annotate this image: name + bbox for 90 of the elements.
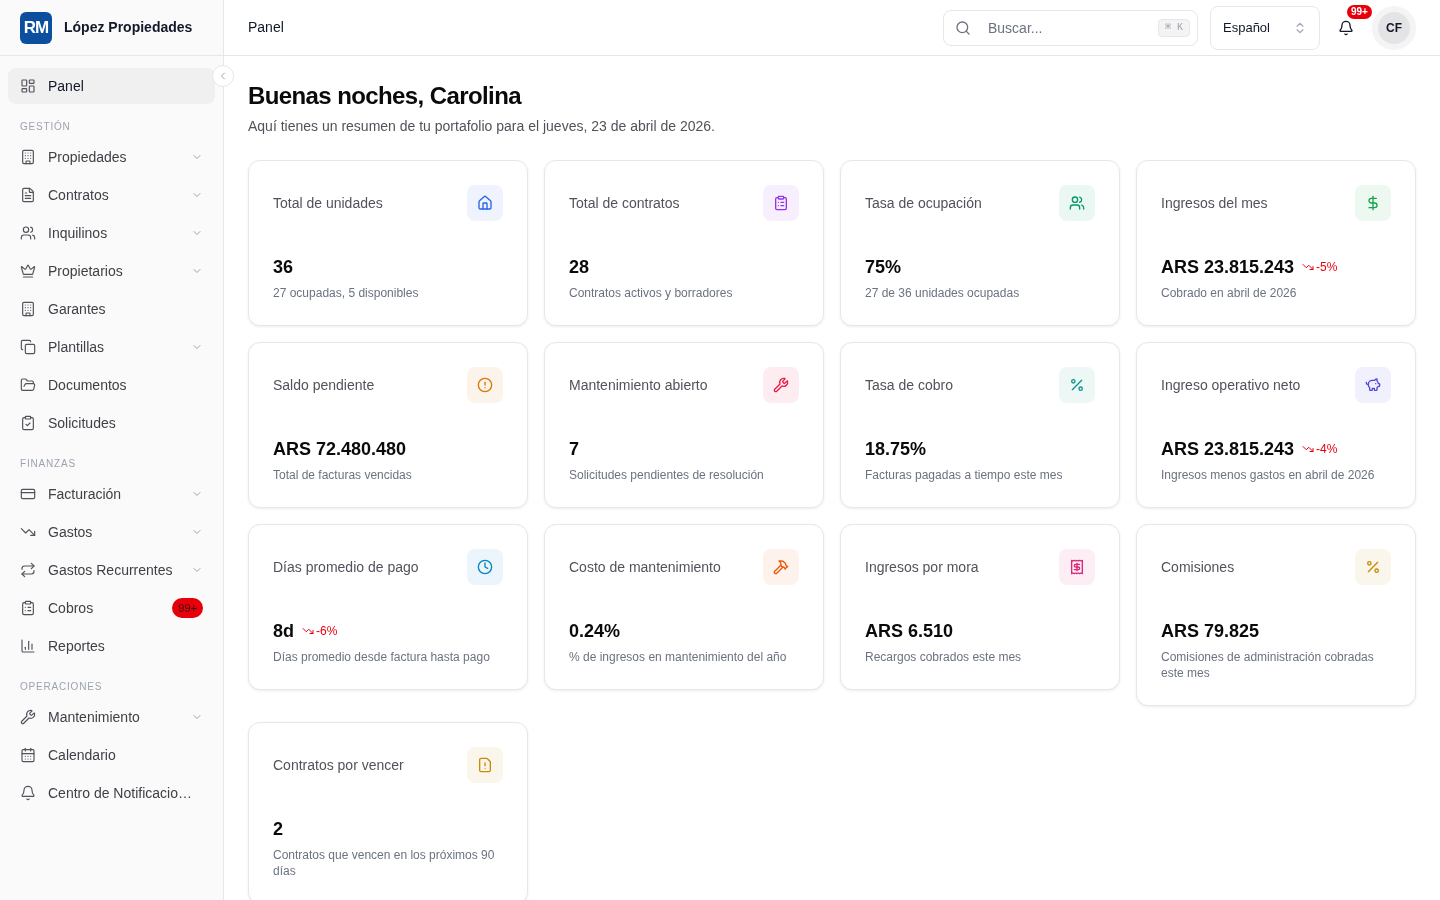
greeting-subtitle: Aquí tienes un resumen de tu portafolio para el jueves, 23 de abril de 2026.	[248, 117, 716, 136]
card-description: Facturas pagadas a tiempo este mes	[865, 467, 1064, 483]
bell-icon	[20, 785, 36, 801]
card-description: Comisiones de administración cobradas este mes	[1161, 649, 1375, 681]
sidebar-item[interactable]: Propietarios	[8, 253, 215, 289]
sidebar-item[interactable]: Contratos	[8, 177, 215, 213]
card-description: % de ingresos en mantenimiento del año	[569, 649, 788, 665]
card-description: Ingresos menos gastos en abril de 2026	[1161, 467, 1376, 483]
trend-value: -4%	[1316, 441, 1338, 458]
card-value: 75%	[865, 256, 902, 279]
brand-name: López Propiedades	[64, 18, 193, 37]
bell-icon	[1338, 19, 1354, 36]
card-title: Saldo pendiente	[273, 376, 375, 395]
card-description: Solicitudes pendientes de resolución	[569, 467, 765, 483]
collapse-sidebar-button[interactable]	[212, 65, 234, 87]
dashboard-icon	[20, 78, 36, 94]
sidebar-item[interactable]: Mantenimiento	[8, 699, 215, 735]
sidebar-item[interactable]: Solicitudes	[8, 405, 215, 441]
count-badge: 99+	[172, 598, 203, 618]
card-title: Días promedio de pago	[273, 558, 419, 577]
card-description: 27 ocupadas, 5 disponibles	[273, 285, 420, 301]
repeat-icon	[20, 562, 36, 578]
sidebar-item[interactable]: Documentos	[8, 367, 215, 403]
sidebar-item[interactable]: Gastos Recurrentes	[8, 552, 215, 588]
card-value: ARS 72.480.480	[273, 438, 407, 461]
clipboard-check-icon	[20, 415, 36, 431]
card-value: ARS 6.510	[865, 620, 954, 643]
clipboard-list-icon	[20, 600, 36, 616]
card-value: 7	[569, 438, 579, 461]
sidebar-item[interactable]: Plantillas	[8, 329, 215, 365]
card-value: 8d	[273, 620, 294, 643]
card-description: Días promedio desde factura hasta pago	[273, 649, 491, 665]
card-title: Ingresos del mes	[1161, 194, 1268, 213]
card-value: 36	[273, 256, 294, 279]
wrench-icon	[20, 709, 36, 725]
card-description: Contratos que vencen en los próximos 90 días	[273, 847, 496, 879]
card-description: Cobrado en abril de 2026	[1161, 285, 1298, 301]
card-value: 28	[569, 256, 590, 279]
card-title: Ingreso operativo neto	[1161, 376, 1301, 395]
crown-icon	[20, 263, 36, 279]
card-title: Costo de mantenimiento	[569, 558, 721, 577]
card-title: Tasa de ocupación	[865, 194, 982, 213]
card-value: 0.24%	[569, 620, 621, 643]
trend-value: -6%	[316, 623, 338, 640]
card-title: Total de contratos	[569, 194, 680, 213]
building-icon	[20, 149, 36, 165]
card-description: Contratos activos y borradores	[569, 285, 734, 301]
bar-chart-icon	[20, 638, 36, 654]
section-label: FINANZAS	[19, 457, 77, 471]
users-icon	[20, 225, 36, 241]
sidebar-item[interactable]: Panel	[8, 68, 215, 104]
sidebar-item[interactable]: Cobros 99+	[8, 590, 215, 626]
document-icon	[20, 187, 36, 203]
trend-value: -5%	[1316, 259, 1338, 276]
logo: RM	[20, 11, 52, 44]
card-title: Comisiones	[1161, 558, 1235, 577]
greeting-title: Buenas noches, Carolina	[248, 81, 523, 111]
card-title: Contratos por vencer	[273, 756, 404, 775]
folder-icon	[20, 377, 36, 393]
card-value: 2	[273, 818, 283, 841]
sidebar-item[interactable]: Gastos	[8, 514, 215, 550]
credit-card-icon	[20, 486, 36, 502]
card-value: ARS 23.815.243	[1161, 438, 1295, 461]
calendar-icon	[20, 747, 36, 763]
card-title: Total de unidades	[273, 194, 383, 213]
sidebar-item[interactable]: Reportes	[8, 628, 215, 664]
user-avatar[interactable]: CF	[1372, 5, 1416, 50]
building-icon	[20, 301, 36, 317]
search-icon	[955, 19, 971, 36]
card-description: 27 de 36 unidades ocupadas	[865, 285, 1021, 301]
card-value: ARS 23.815.243	[1161, 256, 1295, 279]
sidebar-item[interactable]: Centro de Notificacio…	[8, 775, 215, 811]
card-value: ARS 79.825	[1161, 620, 1260, 643]
card-title: Mantenimiento abierto	[569, 376, 708, 395]
card-value: 18.75%	[865, 438, 927, 461]
card-title: Tasa de cobro	[865, 376, 953, 395]
stacked-squares-icon	[20, 339, 36, 355]
sidebar-item[interactable]: Calendario	[8, 737, 215, 773]
sidebar-item[interactable]: Garantes	[8, 291, 215, 327]
notification-badge: 99+	[1347, 4, 1372, 19]
section-label: GESTIÓN	[19, 119, 72, 134]
sidebar-item[interactable]: Inquilinos	[8, 215, 215, 251]
sidebar-item[interactable]: Facturación	[8, 476, 215, 512]
card-description: Total de facturas vencidas	[273, 467, 413, 483]
sidebar-item[interactable]: Propiedades	[8, 139, 215, 175]
language-select[interactable]: Español	[1210, 5, 1320, 50]
section-label: OPERACIONES	[19, 680, 104, 694]
breadcrumb[interactable]: Panel	[248, 17, 284, 38]
card-description: Recargos cobrados este mes	[865, 649, 1023, 665]
card-title: Ingresos por mora	[865, 558, 979, 577]
